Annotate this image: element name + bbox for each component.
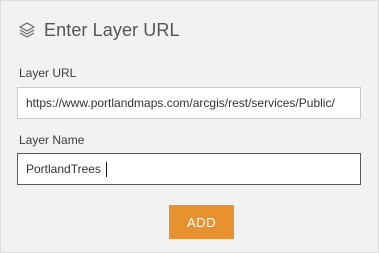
text-caret <box>106 162 107 177</box>
add-button[interactable]: ADD <box>169 205 234 239</box>
layer-url-input[interactable] <box>18 88 360 118</box>
enter-layer-url-panel: Enter Layer URL Layer URL Layer Name ADD <box>0 0 379 253</box>
layer-name-field[interactable] <box>17 153 361 185</box>
layer-name-label: Layer Name <box>19 133 85 147</box>
layers-icon <box>18 21 36 39</box>
panel-title: Enter Layer URL <box>44 20 180 40</box>
layer-url-label: Layer URL <box>19 66 77 80</box>
panel-header: Enter Layer URL <box>18 19 180 41</box>
layer-name-input[interactable] <box>18 154 360 184</box>
layer-url-field[interactable] <box>17 87 361 119</box>
